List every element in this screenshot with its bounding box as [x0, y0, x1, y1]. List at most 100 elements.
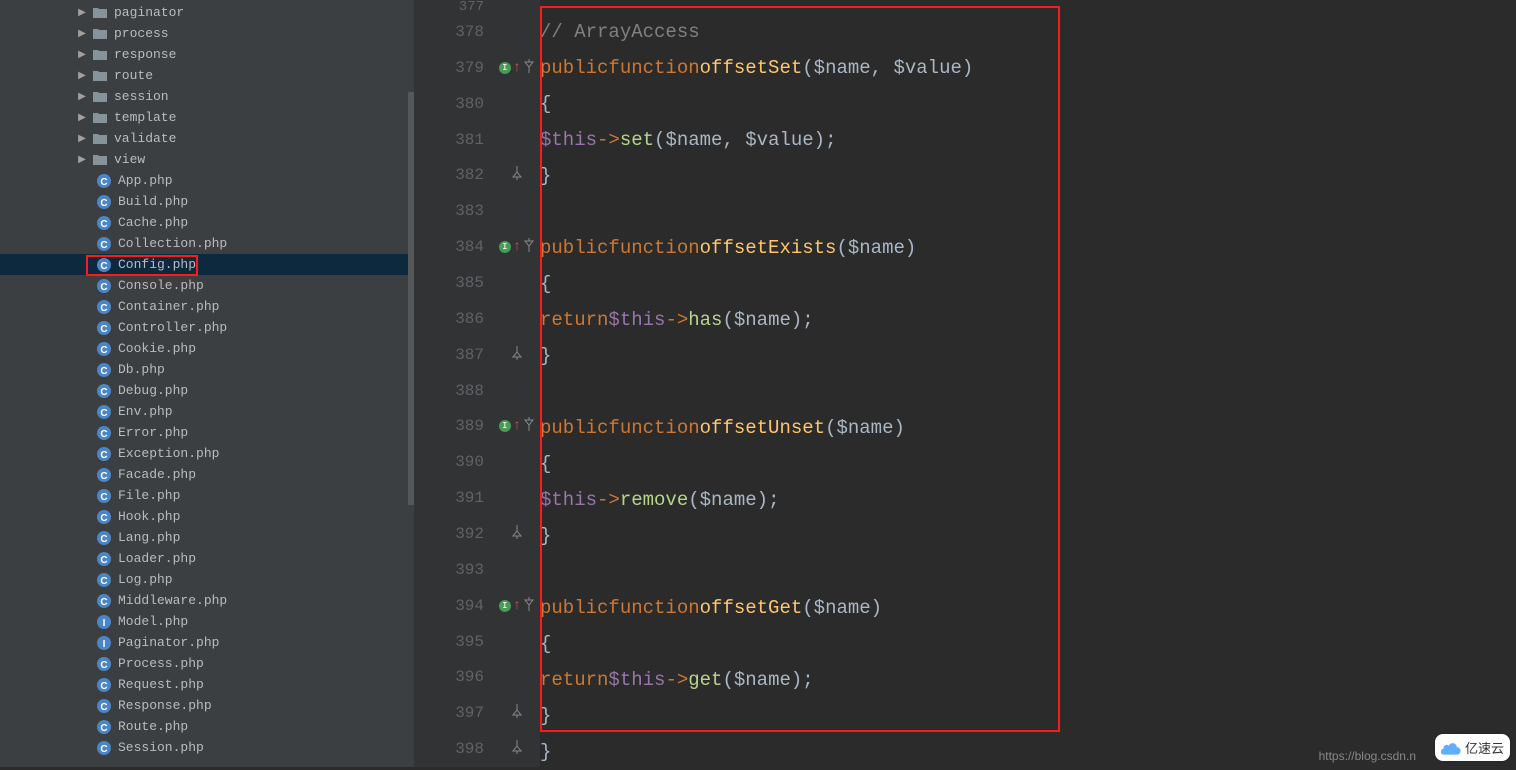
gutter-marker[interactable]: I↑ — [494, 408, 540, 444]
tree-folder[interactable]: ▶route — [0, 65, 414, 86]
tree-file[interactable]: CCollection.php — [0, 233, 414, 254]
fold-icon[interactable] — [523, 597, 535, 615]
implements-badge-icon[interactable]: I — [499, 241, 511, 253]
code-area[interactable]: // ArrayAccess public function offsetSet… — [540, 0, 1516, 767]
gutter-marker[interactable] — [494, 731, 540, 767]
gutter-marker[interactable] — [494, 552, 540, 588]
code-line[interactable]: { — [540, 626, 1516, 662]
tree-file[interactable]: IPaginator.php — [0, 632, 414, 653]
tree-file[interactable]: CCache.php — [0, 212, 414, 233]
fold-icon[interactable] — [523, 417, 535, 435]
gutter-marker[interactable]: I↑ — [494, 50, 540, 86]
fold-icon[interactable] — [523, 238, 535, 256]
tree-file[interactable]: CConsole.php — [0, 275, 414, 296]
tree-folder[interactable]: ▶process — [0, 23, 414, 44]
tree-file[interactable]: CException.php — [0, 443, 414, 464]
expand-arrow-icon[interactable]: ▶ — [76, 70, 88, 82]
tree-file[interactable]: CHook.php — [0, 506, 414, 527]
tree-folder[interactable]: ▶validate — [0, 128, 414, 149]
gutter-marker[interactable] — [494, 193, 540, 229]
gutter-marker[interactable] — [494, 157, 540, 193]
gutter-marker[interactable] — [494, 659, 540, 695]
gutter-marker[interactable] — [494, 337, 540, 373]
gutter-marker[interactable] — [494, 480, 540, 516]
gutter-marker[interactable] — [494, 86, 540, 122]
gutter-marker[interactable] — [494, 624, 540, 660]
fold-end-icon[interactable] — [511, 166, 523, 184]
gutter-marker[interactable] — [494, 14, 540, 50]
fold-end-icon[interactable] — [511, 525, 523, 543]
code-editor[interactable]: 3773783793803813823833843853863873883893… — [414, 0, 1516, 767]
tree-file[interactable]: CMiddleware.php — [0, 590, 414, 611]
tree-file[interactable]: CFile.php — [0, 485, 414, 506]
implements-badge-icon[interactable]: I — [499, 62, 511, 74]
implements-badge-icon[interactable]: I — [499, 420, 511, 432]
code-line[interactable]: public function offsetGet($name) — [540, 590, 1516, 626]
tree-file[interactable]: CApp.php — [0, 170, 414, 191]
code-line[interactable] — [540, 0, 1516, 14]
tree-file[interactable]: CSession.php — [0, 737, 414, 758]
fold-end-icon[interactable] — [511, 740, 523, 758]
nav-up-icon[interactable]: ↑ — [513, 598, 521, 614]
project-tree[interactable]: ▶paginator▶process▶response▶route▶sessio… — [0, 0, 414, 767]
expand-arrow-icon[interactable]: ▶ — [76, 133, 88, 145]
tree-file[interactable]: CLang.php — [0, 527, 414, 548]
code-line[interactable] — [540, 194, 1516, 230]
tree-file[interactable]: CLog.php — [0, 569, 414, 590]
code-line[interactable]: return $this->get($name); — [540, 662, 1516, 698]
gutter-marker[interactable] — [494, 444, 540, 480]
expand-arrow-icon[interactable]: ▶ — [76, 7, 88, 19]
code-line[interactable] — [540, 374, 1516, 410]
fold-icon[interactable] — [523, 59, 535, 77]
tree-file[interactable]: CConfig.php — [0, 254, 414, 275]
code-line[interactable]: // ArrayAccess — [540, 14, 1516, 50]
tree-file[interactable]: CResponse.php — [0, 695, 414, 716]
tree-file[interactable]: CCookie.php — [0, 338, 414, 359]
code-line[interactable]: { — [540, 266, 1516, 302]
fold-end-icon[interactable] — [511, 346, 523, 364]
tree-file[interactable]: CDb.php — [0, 359, 414, 380]
code-line[interactable] — [540, 554, 1516, 590]
code-line[interactable]: public function offsetUnset($name) — [540, 410, 1516, 446]
expand-arrow-icon[interactable]: ▶ — [76, 112, 88, 124]
expand-arrow-icon[interactable]: ▶ — [76, 49, 88, 61]
gutter-marker[interactable] — [494, 0, 540, 14]
gutter-marker[interactable]: I↑ — [494, 588, 540, 624]
code-line[interactable]: public function offsetSet($name, $value) — [540, 50, 1516, 86]
code-line[interactable]: { — [540, 86, 1516, 122]
nav-up-icon[interactable]: ↑ — [513, 418, 521, 434]
tree-folder[interactable]: ▶template — [0, 107, 414, 128]
tree-folder[interactable]: ▶session — [0, 86, 414, 107]
gutter-marker[interactable] — [494, 516, 540, 552]
gutter-marker[interactable]: I↑ — [494, 229, 540, 265]
expand-arrow-icon[interactable]: ▶ — [76, 91, 88, 103]
tree-file[interactable]: CContainer.php — [0, 296, 414, 317]
expand-arrow-icon[interactable]: ▶ — [76, 28, 88, 40]
tree-file[interactable]: CFacade.php — [0, 464, 414, 485]
code-line[interactable]: public function offsetExists($name) — [540, 230, 1516, 266]
tree-file[interactable]: IModel.php — [0, 611, 414, 632]
tree-file[interactable]: CRoute.php — [0, 716, 414, 737]
code-line[interactable]: } — [540, 338, 1516, 374]
tree-file[interactable]: CLoader.php — [0, 548, 414, 569]
code-line[interactable]: } — [540, 518, 1516, 554]
code-line[interactable]: } — [540, 158, 1516, 194]
tree-folder[interactable]: ▶response — [0, 44, 414, 65]
code-line[interactable]: return $this->has($name); — [540, 302, 1516, 338]
tree-file[interactable]: CController.php — [0, 317, 414, 338]
tree-file[interactable]: CError.php — [0, 422, 414, 443]
tree-file[interactable]: CDebug.php — [0, 380, 414, 401]
implements-badge-icon[interactable]: I — [499, 600, 511, 612]
code-line[interactable]: } — [540, 698, 1516, 734]
code-line[interactable]: $this->remove($name); — [540, 482, 1516, 518]
gutter-marker[interactable] — [494, 265, 540, 301]
tree-file[interactable]: CBuild.php — [0, 191, 414, 212]
code-line[interactable]: $this->set($name, $value); — [540, 122, 1516, 158]
tree-file[interactable]: CRequest.php — [0, 674, 414, 695]
fold-end-icon[interactable] — [511, 704, 523, 722]
nav-up-icon[interactable]: ↑ — [513, 239, 521, 255]
code-line[interactable]: { — [540, 446, 1516, 482]
tree-folder[interactable]: ▶view — [0, 149, 414, 170]
tree-file[interactable]: CEnv.php — [0, 401, 414, 422]
tree-file[interactable]: CProcess.php — [0, 653, 414, 674]
